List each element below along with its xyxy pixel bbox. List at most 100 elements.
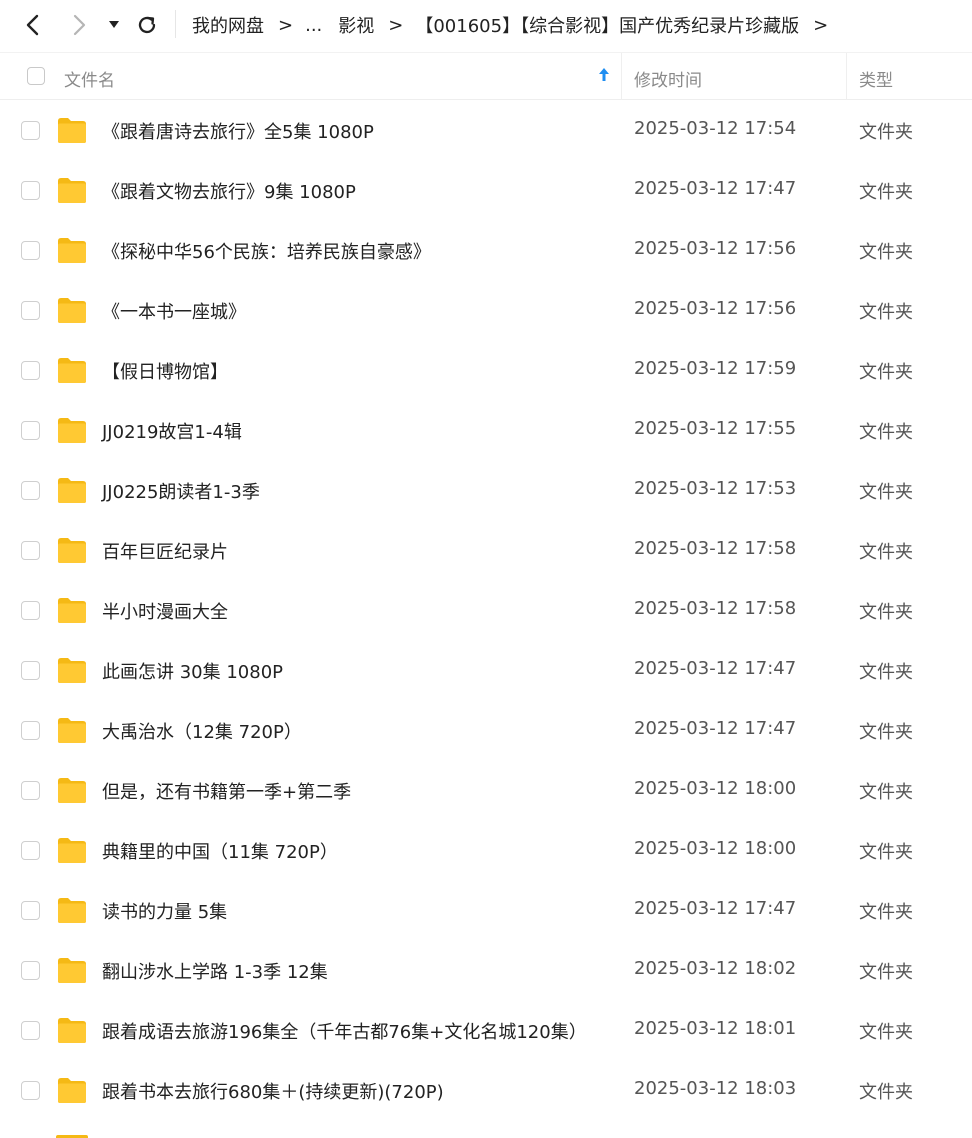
file-row[interactable]: 跟着书本去旅行680集＋(持续更新)(720P) 2025-03-12 18:03… (0, 1060, 972, 1120)
file-type: 文件夹 (859, 662, 913, 683)
file-type: 文件夹 (859, 1022, 913, 1043)
row-checkbox[interactable] (21, 121, 40, 140)
file-row[interactable]: 读书的力量 5集 2025-03-12 17:47 文件夹 (0, 880, 972, 940)
file-row[interactable]: 跟着成语去旅游196集全（千年古都76集+文化名城120集） 2025-03-12… (0, 1000, 972, 1060)
row-checkbox[interactable] (21, 541, 40, 560)
file-row[interactable]: 此画怎讲 30集 1080P 2025-03-12 17:47 文件夹 (0, 640, 972, 700)
file-row[interactable]: 典籍里的中国（11集 720P） 2025-03-12 18:00 文件夹 (0, 820, 972, 880)
column-header-name[interactable]: 文件名 (64, 66, 115, 91)
row-checkbox[interactable] (21, 421, 40, 440)
row-checkbox[interactable] (21, 661, 40, 680)
file-modified-time: 2025-03-12 17:53 (634, 478, 797, 499)
column-header-type[interactable]: 类型 (859, 66, 893, 91)
folder-icon (56, 895, 88, 925)
file-name[interactable]: 此画怎讲 30集 1080P (102, 658, 283, 684)
file-list: 《跟着唐诗去旅行》全5集 1080P 2025-03-12 17:54 文件夹 《跟着… (0, 100, 972, 1120)
file-row[interactable]: 《探秘中华56个民族：培养民族自豪感》 2025-03-12 17:56 文件夹 (0, 220, 972, 280)
toolbar-divider (175, 10, 176, 38)
file-name[interactable]: 典籍里的中国（11集 720P） (102, 838, 338, 864)
arrow-up-icon[interactable] (598, 67, 610, 88)
file-row[interactable]: 大禹治水（12集 720P） 2025-03-12 17:47 文件夹 (0, 700, 972, 760)
row-checkbox[interactable] (21, 901, 40, 920)
file-name[interactable]: 《跟着文物去旅行》9集 1080P (102, 178, 356, 204)
file-name[interactable]: 大禹治水（12集 720P） (102, 718, 302, 744)
refresh-icon (138, 16, 156, 34)
column-divider[interactable] (621, 53, 622, 100)
row-checkbox[interactable] (21, 181, 40, 200)
file-type: 文件夹 (859, 362, 913, 383)
row-checkbox[interactable] (21, 481, 40, 500)
chevron-left-icon (26, 14, 39, 36)
row-checkbox[interactable] (21, 241, 40, 260)
file-row[interactable]: JJ0219故宫1-4辑 2025-03-12 17:55 文件夹 (0, 400, 972, 460)
row-checkbox[interactable] (21, 721, 40, 740)
file-type: 文件夹 (859, 302, 913, 323)
breadcrumb-root[interactable]: 我的网盘 (192, 12, 264, 38)
breadcrumb-ellipsis[interactable]: ... (305, 15, 322, 36)
file-name[interactable]: 读书的力量 5集 (102, 898, 227, 924)
row-checkbox[interactable] (21, 301, 40, 320)
history-dropdown-button[interactable] (103, 8, 125, 42)
file-name[interactable]: 翻山涉水上学路 1-3季 12集 (102, 958, 328, 984)
file-row[interactable]: 【假日博物馆】 2025-03-12 17:59 文件夹 (0, 340, 972, 400)
file-name[interactable]: 跟着成语去旅游196集全（千年古都76集+文化名城120集） (102, 1018, 587, 1044)
file-modified-time: 2025-03-12 18:00 (634, 778, 797, 799)
file-row[interactable]: 百年巨匠纪录片 2025-03-12 17:58 文件夹 (0, 520, 972, 580)
file-row[interactable]: 翻山涉水上学路 1-3季 12集 2025-03-12 18:02 文件夹 (0, 940, 972, 1000)
row-checkbox[interactable] (21, 961, 40, 980)
file-name[interactable]: 半小时漫画大全 (102, 598, 228, 624)
file-modified-time: 2025-03-12 18:01 (634, 1018, 797, 1039)
folder-icon (56, 715, 88, 745)
file-name[interactable]: 【假日博物馆】 (102, 358, 228, 384)
file-modified-time: 2025-03-12 18:02 (634, 958, 797, 979)
file-name[interactable]: 百年巨匠纪录片 (102, 538, 228, 564)
row-checkbox[interactable] (21, 361, 40, 380)
file-modified-time: 2025-03-12 17:54 (634, 118, 797, 139)
file-row[interactable]: 《跟着文物去旅行》9集 1080P 2025-03-12 17:47 文件夹 (0, 160, 972, 220)
file-type: 文件夹 (859, 1082, 913, 1103)
file-name[interactable]: 但是，还有书籍第一季+第二季 (102, 778, 351, 804)
row-checkbox[interactable] (21, 781, 40, 800)
file-modified-time: 2025-03-12 17:47 (634, 718, 797, 739)
file-row[interactable]: 但是，还有书籍第一季+第二季 2025-03-12 18:00 文件夹 (0, 760, 972, 820)
row-checkbox[interactable] (21, 841, 40, 860)
breadcrumb-separator: > (278, 14, 294, 36)
file-modified-time: 2025-03-12 17:59 (634, 358, 797, 379)
select-all-checkbox[interactable] (27, 67, 45, 85)
file-name[interactable]: 《一本书一座城》 (102, 298, 246, 324)
folder-icon (56, 955, 88, 985)
file-row[interactable]: 《跟着唐诗去旅行》全5集 1080P 2025-03-12 17:54 文件夹 (0, 100, 972, 160)
file-modified-time: 2025-03-12 17:47 (634, 658, 797, 679)
folder-icon (56, 835, 88, 865)
file-name[interactable]: JJ0225朗读者1-3季 (102, 478, 260, 504)
file-name[interactable]: JJ0219故宫1-4辑 (102, 418, 242, 444)
file-row[interactable]: 《一本书一座城》 2025-03-12 17:56 文件夹 (0, 280, 972, 340)
forward-button[interactable] (62, 8, 96, 42)
back-button[interactable] (16, 8, 50, 42)
breadcrumb-expand-button[interactable]: > (813, 15, 828, 36)
breadcrumb: 我的网盘 > ... 影视 > 【001605】【综合影视】国产优秀纪录片珍藏版… (192, 0, 840, 50)
column-divider[interactable] (846, 53, 847, 100)
folder-icon (56, 535, 88, 565)
file-modified-time: 2025-03-12 17:58 (634, 598, 797, 619)
folder-icon (56, 355, 88, 385)
file-name[interactable]: 《跟着唐诗去旅行》全5集 1080P (102, 118, 374, 144)
breadcrumb-current[interactable]: 【001605】【综合影视】国产优秀纪录片珍藏版 (415, 12, 799, 38)
triangle-down-icon (109, 21, 119, 28)
file-row[interactable]: JJ0225朗读者1-3季 2025-03-12 17:53 文件夹 (0, 460, 972, 520)
breadcrumb-parent[interactable]: 影视 (338, 12, 374, 38)
column-header-time[interactable]: 修改时间 (634, 66, 702, 91)
refresh-button[interactable] (130, 8, 164, 42)
file-name[interactable]: 《探秘中华56个民族：培养民族自豪感》 (102, 238, 431, 264)
file-row[interactable]: 半小时漫画大全 2025-03-12 17:58 文件夹 (0, 580, 972, 640)
row-checkbox[interactable] (21, 1021, 40, 1040)
folder-icon (56, 175, 88, 205)
folder-icon (56, 295, 88, 325)
file-type: 文件夹 (859, 842, 913, 863)
file-name[interactable]: 跟着书本去旅行680集＋(持续更新)(720P) (102, 1078, 444, 1104)
file-modified-time: 2025-03-12 17:56 (634, 298, 797, 319)
row-checkbox[interactable] (21, 1081, 40, 1100)
file-modified-time: 2025-03-12 17:47 (634, 898, 797, 919)
file-modified-time: 2025-03-12 18:00 (634, 838, 797, 859)
row-checkbox[interactable] (21, 601, 40, 620)
